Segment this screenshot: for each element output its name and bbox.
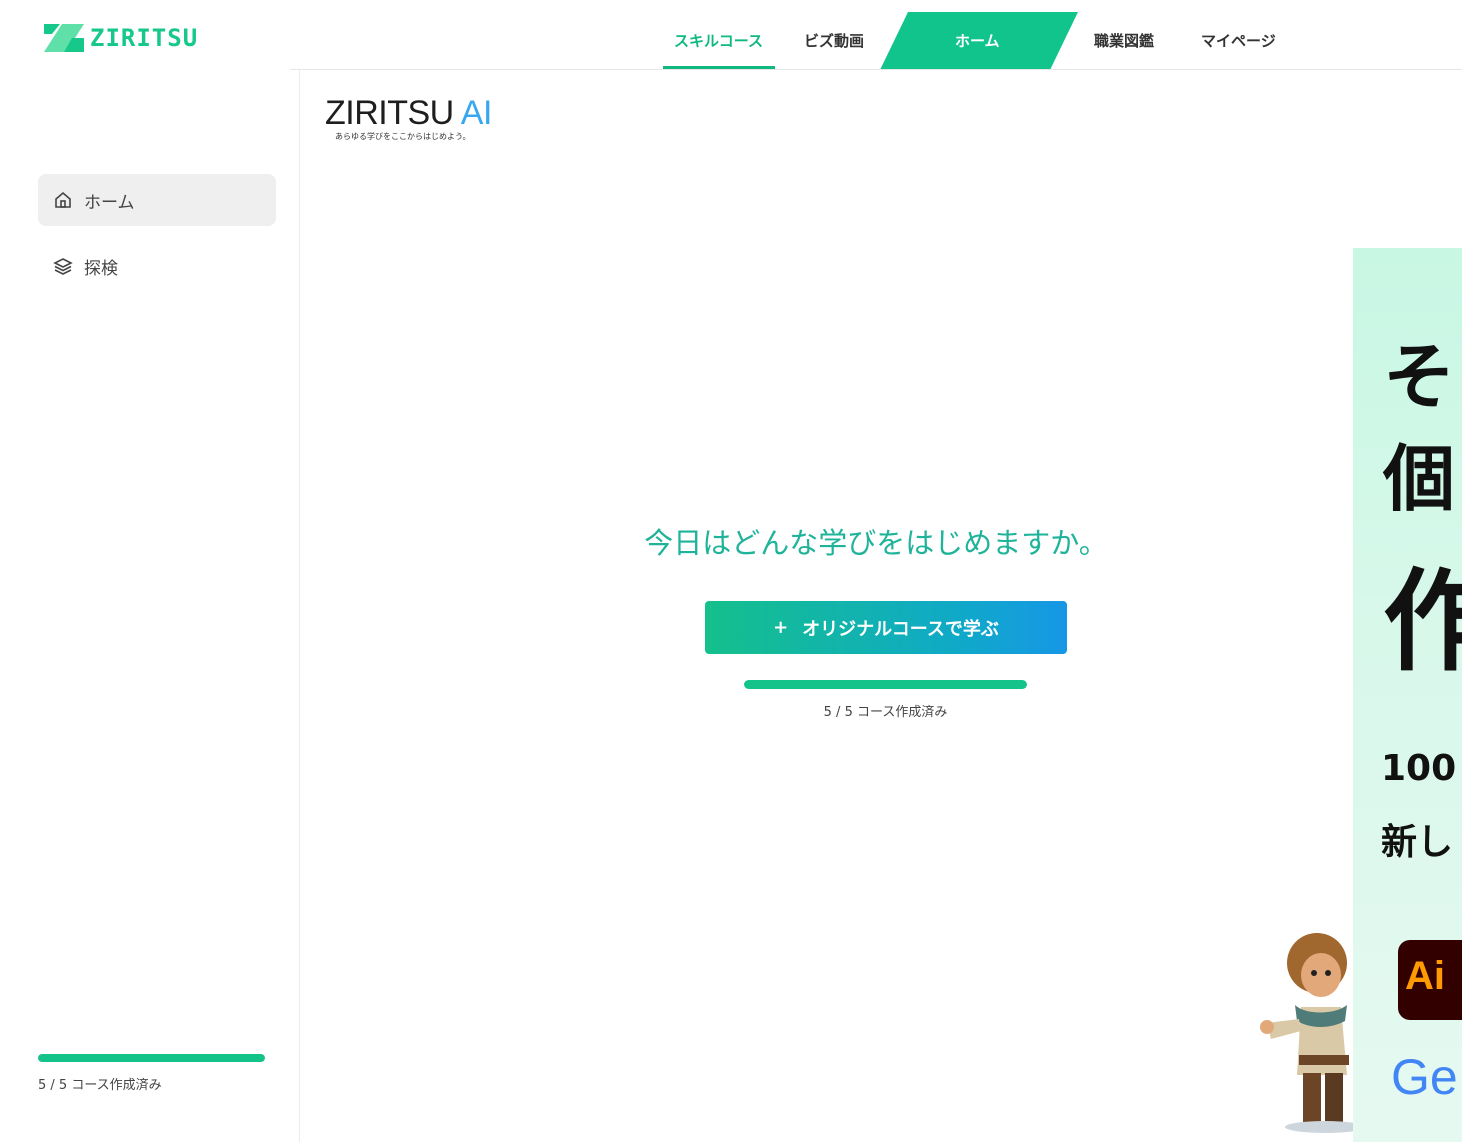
brand-text-partial: Ge (1391, 1049, 1458, 1105)
sidebar-progress-fill (38, 1054, 265, 1062)
app-badge-text: Ai (1405, 954, 1445, 998)
nav-job-encyclopedia[interactable]: 職業図鑑 (1094, 30, 1154, 51)
mascot-character-image (1260, 933, 1355, 1133)
sidebar (0, 70, 300, 1142)
nav-skill-course[interactable]: スキルコース (674, 30, 763, 51)
logo-text: ZIRITSU (90, 24, 199, 52)
ziritsu-logo[interactable]: ZIRITSU (44, 24, 198, 52)
sidebar-item-explore[interactable]: 探検 (38, 240, 276, 292)
sidebar-item-home[interactable]: ホーム (38, 174, 276, 226)
sidebar-progress-text: 5 / 5 コース作成済み (38, 1078, 162, 1093)
layers-icon (52, 255, 74, 277)
nav-home[interactable]: ホーム (955, 30, 1000, 51)
ai-logo-tagline: あらゆる学びをここからはじめよう。 (335, 132, 471, 141)
course-progress-text: 5 / 5 コース作成済み (823, 705, 948, 720)
promo-subtext-line2: 新し (1381, 822, 1454, 863)
ai-logo-name: ZIRITSU (325, 94, 454, 132)
promo-headline-line3: 作 (1383, 558, 1462, 686)
ai-logo-suffix: AI (460, 94, 493, 132)
course-progress-fill (744, 680, 1027, 689)
greeting-text: 今日はどんな学びをはじめますか。 (644, 528, 1108, 560)
course-progress-bar (744, 680, 1027, 689)
nav-mypage[interactable]: マイページ (1201, 30, 1276, 51)
adobe-illustrator-icon: Ai (1398, 940, 1462, 1020)
nav-biz-video[interactable]: ビズ動画 (804, 30, 864, 51)
promo-headline-line1: そ (1383, 335, 1456, 419)
promo-banner[interactable]: そ 個 作 100 新し Ai Ge (1353, 248, 1462, 1142)
top-header: ZIRITSU スキルコース ビズ動画 ホーム 職業図鑑 マイページ (0, 0, 1462, 70)
sidebar-item-label: 探検 (84, 258, 118, 279)
create-button-label: オリジナルコースで学ぶ (802, 618, 999, 640)
plus-icon: + (773, 617, 789, 638)
sidebar-item-label: ホーム (84, 192, 135, 213)
sidebar-progress-bar (38, 1054, 265, 1062)
create-original-course-button[interactable]: + オリジナルコースで学ぶ (705, 601, 1067, 654)
ziritsu-logo-mark-icon (44, 24, 84, 52)
home-icon (52, 189, 74, 211)
promo-subtext-line1: 100 (1381, 748, 1457, 789)
promo-headline-line2: 個 (1383, 437, 1456, 521)
greeting-container: 今日はどんな学びをはじめますか。 (0, 520, 1462, 562)
ziritsu-ai-logo: ZIRITSU AI あらゆる学びをここからはじめよう。 (325, 94, 492, 142)
